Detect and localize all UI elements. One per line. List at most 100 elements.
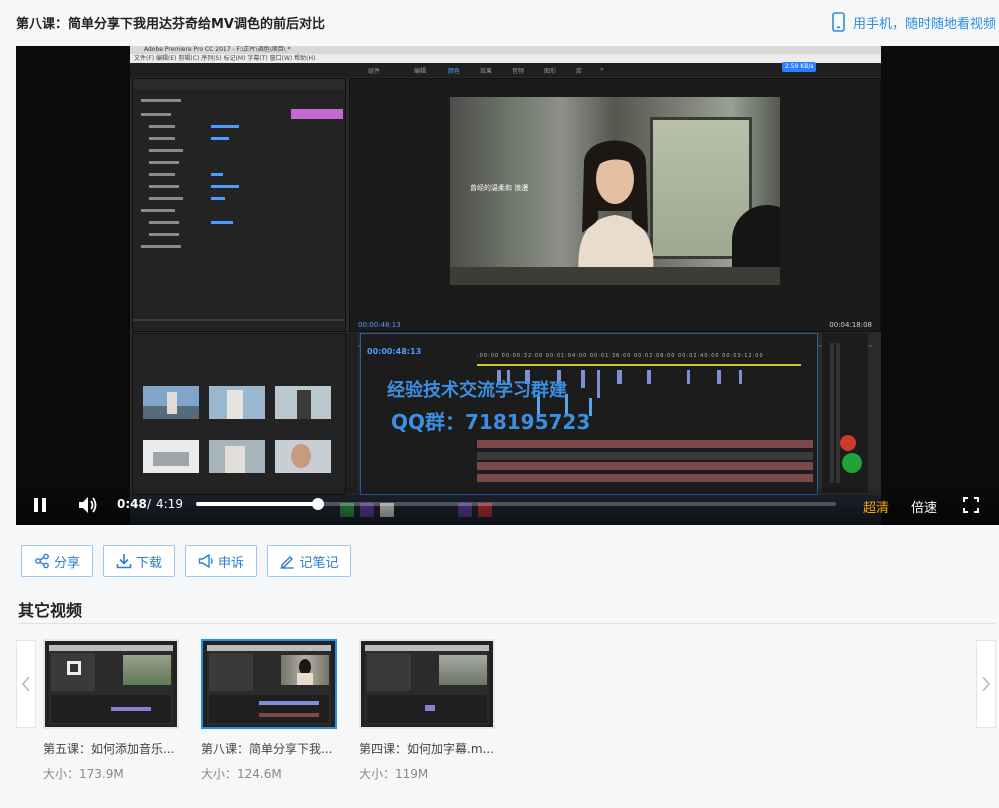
workspace-tab: 库: [576, 68, 583, 75]
mobile-watch-link[interactable]: 用手机，随时随地看视频: [832, 12, 996, 32]
video-card-thumbnail: [43, 639, 179, 729]
workspace-tab: 图形: [544, 68, 557, 75]
report-label: 申诉: [217, 555, 244, 571]
clip-thumbnail: [209, 440, 265, 473]
timeline-timecode: 00:00:48:13: [367, 347, 422, 356]
watermark-line1: 经验技术交流学习群建: [387, 380, 567, 401]
report-button[interactable]: 申诉: [185, 545, 257, 577]
thumbnail-titlebar: [365, 645, 489, 651]
share-icon: [35, 553, 49, 569]
clip-thumbnail: [143, 440, 199, 473]
tools-panel: [346, 333, 358, 493]
quality-selector[interactable]: 超清: [863, 497, 889, 516]
thumbnail-panel: [51, 653, 95, 691]
scene-woman: [578, 140, 654, 285]
audio-meters: [822, 333, 868, 493]
premiere-titlebar: Adobe Premiere Pro CC 2017 - F:\正片\调色\项目…: [130, 46, 881, 54]
workspace-tab: »: [600, 66, 604, 73]
mobile-watch-label: 用手机，随时随地看视频: [852, 16, 996, 32]
thumbnail-figure: [297, 659, 313, 685]
program-timecode: 00:00:48:13: [358, 321, 401, 329]
download-label: 下载: [135, 555, 162, 571]
seek-bar-played: [196, 502, 318, 506]
scene-table: [450, 267, 780, 285]
clip-thumbnail: [143, 386, 199, 419]
thumbnail-tracks: [111, 707, 151, 711]
chevron-right-icon: [982, 676, 991, 692]
timeline-ruler: :00:00 00:00:32:00 00:01:04:00 00:01:36:…: [477, 353, 764, 359]
premiere-workspace-bar: 组件 编辑 颜色 效果 音频 图形 库 »: [130, 63, 881, 77]
current-time: 0:48: [117, 497, 147, 511]
video-card-title: 第八课：简单分享下我...: [201, 742, 333, 756]
thumbnail-titlebar: [207, 645, 331, 651]
workspace-tab-active: 颜色: [448, 68, 461, 75]
video-card-title: 第四课：如何加字幕.m...: [359, 742, 494, 756]
carousel-prev-button[interactable]: [16, 640, 36, 728]
project-panel: [132, 333, 346, 495]
time-separator: /: [147, 497, 152, 511]
clip-thumbnail: [275, 386, 331, 419]
video-card-size: 大小：124.6M: [201, 767, 282, 781]
workspace-tab: 组件: [368, 68, 381, 75]
carousel-next-button[interactable]: [976, 640, 996, 728]
video-subtitle: 曾经的温柔和 浪漫: [470, 184, 529, 192]
video-card-size: 大小：119M: [359, 767, 429, 781]
player-controls: 0:48 / 4:19 超清 倍速: [16, 485, 999, 525]
audio-meter-bars: [830, 343, 862, 483]
premiere-menubar: 文件(F) 编辑(E) 剪辑(C) 序列(S) 标记(M) 字幕(T) 窗口(W…: [130, 54, 881, 63]
video-card[interactable]: 第四课：如何加字幕.m... 大小：119M: [359, 639, 495, 781]
effect-controls-rows: [133, 79, 345, 321]
download-icon: [116, 554, 132, 569]
thumbnail-timeline: [367, 695, 487, 723]
thumbnail-timeline: [209, 695, 329, 723]
qr-code-graphic: [67, 661, 81, 675]
fullscreen-icon[interactable]: [963, 497, 979, 513]
thumbnail-scene: [365, 645, 489, 725]
video-card-active[interactable]: 第八课：简单分享下我... 大小：124.6M: [201, 639, 337, 781]
clip-thumbnail: [275, 440, 331, 473]
thumbnail-preview: [439, 655, 487, 685]
workspace-tab: 效果: [480, 68, 493, 75]
thumbnail-scene: [207, 645, 331, 725]
page-header: 第八课：简单分享下我用达芬奇给MV调色的前后对比 用手机，随时随地看视频: [0, 0, 999, 44]
notes-label: 记笔记: [299, 555, 339, 571]
seek-bar[interactable]: [196, 498, 836, 510]
thumbnail-titlebar: [49, 645, 173, 651]
timeline-panel: 00:00:48:13 :00:00 00:00:32:00 00:01:04:…: [360, 333, 818, 495]
video-player[interactable]: Adobe Premiere Pro CC 2017 - F:\正片\调色\项目…: [16, 46, 999, 525]
audio-track: [477, 462, 813, 470]
effect-controls-panel: [132, 78, 346, 332]
phone-icon: [832, 12, 845, 32]
other-videos-heading: 其它视频: [18, 601, 83, 620]
audio-track: [477, 474, 813, 482]
volume-icon[interactable]: [78, 496, 98, 514]
audio-track: [477, 452, 813, 460]
workspace-tab: 音频: [512, 68, 525, 75]
audio-track: [477, 440, 813, 448]
video-frame: Adobe Premiere Pro CC 2017 - F:\正片\调色\项目…: [130, 46, 881, 525]
thumbnail-panel: [367, 653, 411, 691]
clip-thumbnail: [209, 386, 265, 419]
pencil-icon: [280, 556, 294, 569]
network-speed-badge: 2.59 KB/s: [782, 62, 817, 72]
video-scene: 曾经的温柔和 浪漫: [450, 97, 780, 285]
program-monitor: 曾经的温柔和 浪漫 00:00:48:13 00:04:18:08 ▾ { } …: [349, 78, 881, 367]
pause-icon[interactable]: [32, 497, 48, 513]
share-button[interactable]: 分享: [21, 545, 93, 577]
thumbnail-panel: [209, 653, 253, 691]
thumbnail-timeline: [51, 695, 171, 723]
megaphone-icon: [198, 553, 213, 569]
video-card[interactable]: 第五课：如何添加音乐... 大小：173.9M: [43, 639, 179, 781]
program-duration: 00:04:18:08: [829, 321, 872, 329]
thumbnail-scene: [49, 645, 173, 725]
thumbnail-tracks: [259, 701, 319, 717]
share-label: 分享: [53, 555, 80, 571]
seek-handle[interactable]: [311, 498, 324, 510]
video-card-thumbnail: [201, 639, 337, 729]
thumbnail-tracks: [425, 705, 435, 711]
notes-button[interactable]: 记笔记: [267, 545, 351, 577]
video-card-title: 第五课：如何添加音乐...: [43, 742, 175, 756]
page-title: 第八课：简单分享下我用达芬奇给MV调色的前后对比: [16, 17, 325, 32]
download-button[interactable]: 下载: [103, 545, 175, 577]
playback-rate-selector[interactable]: 倍速: [911, 497, 937, 516]
